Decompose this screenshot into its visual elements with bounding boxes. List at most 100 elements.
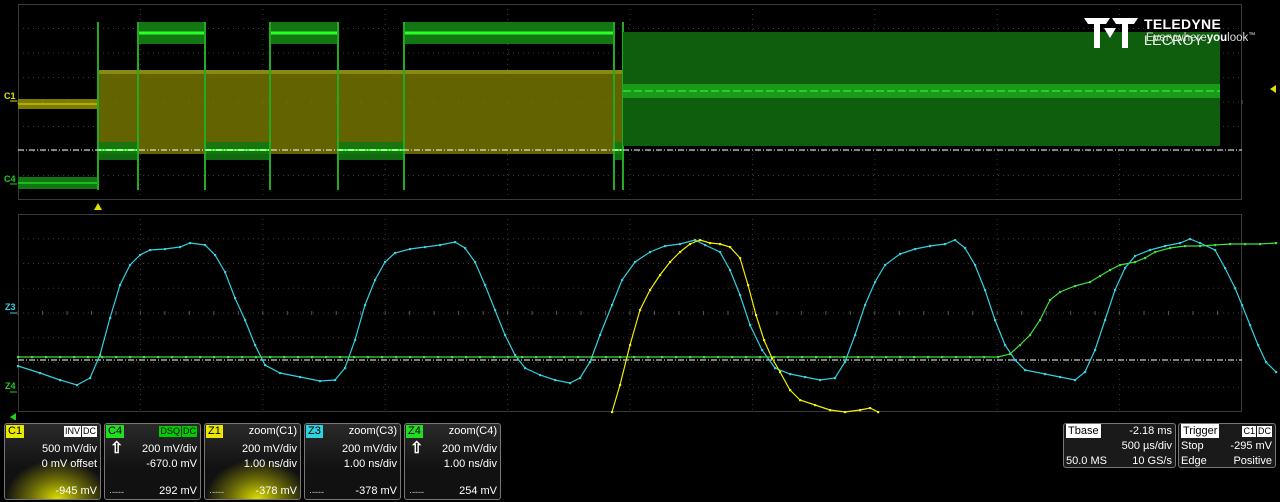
z3-trace-sample bbox=[214, 254, 217, 257]
z1-trace-sample bbox=[779, 371, 782, 374]
z4-trace-sample bbox=[815, 356, 818, 359]
descriptor-c1[interactable]: C1 INV DC 500 mV/div 0 mV offset -945 mV bbox=[4, 423, 101, 500]
z4-trace-sample bbox=[773, 356, 776, 359]
z4-trace-sample bbox=[395, 356, 398, 359]
z4-trace-sample bbox=[1029, 334, 1032, 337]
descriptor-value: -378 mV bbox=[355, 485, 397, 497]
z3-trace-sample bbox=[439, 244, 442, 247]
tagline-part-b: you bbox=[1206, 32, 1228, 44]
descriptor-line2: -670.0 mV bbox=[146, 458, 197, 470]
z4-trace-sample bbox=[465, 356, 468, 359]
descriptor-header-right: zoom(C3) bbox=[348, 425, 397, 437]
z1-trace-sample bbox=[859, 409, 862, 412]
z3-trace-sample bbox=[364, 304, 367, 307]
timebase-descriptor[interactable]: Tbase -2.18 ms 500 µs/div 50.0 MS 10 GS/… bbox=[1063, 423, 1176, 468]
z3-trace-sample bbox=[944, 243, 947, 246]
z4-trace-sample bbox=[871, 356, 874, 359]
z4-trace-sample bbox=[423, 356, 426, 359]
z3-trace-sample bbox=[1149, 249, 1152, 252]
z4-trace-sample bbox=[451, 356, 454, 359]
z3-trace-sample bbox=[1094, 349, 1097, 352]
trigger-level-icon bbox=[1270, 85, 1276, 93]
z4-trace-sample bbox=[339, 356, 342, 359]
z3-trace-sample bbox=[819, 379, 822, 382]
descriptor-header-right: zoom(C1) bbox=[248, 425, 297, 437]
z3-trace-sample bbox=[611, 304, 614, 307]
z3-trace-sample bbox=[1084, 371, 1087, 374]
z1-trace-sample bbox=[699, 239, 702, 242]
z4-trace-sample bbox=[689, 356, 692, 359]
c1-marker[interactable]: C1 bbox=[4, 91, 16, 101]
z3-trace-sample bbox=[864, 304, 867, 307]
descriptor-c4[interactable]: C4 DSQ DC ⇧ 200 mV/div -670.0 mV 292 mV ·---- bbox=[104, 423, 201, 500]
z1-trace-sample bbox=[789, 389, 792, 392]
z3-trace-sample bbox=[569, 382, 572, 385]
z3-trace-sample bbox=[749, 324, 752, 327]
descriptor-id: Z3 bbox=[306, 425, 323, 438]
timebase-samples: 50.0 MS bbox=[1066, 455, 1107, 467]
descriptor-line1: 200 mV/div bbox=[241, 443, 297, 455]
z4-trace-sample bbox=[59, 356, 62, 359]
z3-trace-sample bbox=[59, 379, 62, 382]
z3-trace-sample bbox=[1249, 324, 1252, 327]
z1-trace-sample bbox=[755, 314, 758, 317]
z3-trace-sample bbox=[109, 317, 112, 320]
z4-trace-sample bbox=[1009, 353, 1012, 356]
z3-trace-sample bbox=[319, 380, 322, 383]
z4-trace-sample bbox=[283, 356, 286, 359]
z4-trace-sample bbox=[1099, 275, 1102, 278]
z1-trace-sample bbox=[639, 309, 642, 312]
z3-trace-sample bbox=[279, 372, 282, 375]
timebase-per-div: 500 µs/div bbox=[1121, 440, 1172, 452]
z3-trace-sample bbox=[384, 261, 387, 264]
z3-trace-sample bbox=[679, 243, 682, 246]
z4-trace-sample bbox=[1109, 269, 1112, 272]
z4-trace-sample bbox=[899, 356, 902, 359]
z3-trace-sample bbox=[129, 264, 132, 267]
z3-trace-sample bbox=[1074, 379, 1077, 382]
z3-trace-sample bbox=[179, 246, 182, 249]
offset-arrow-icon: ⇧ bbox=[110, 440, 124, 457]
z4-trace-sample bbox=[157, 356, 160, 359]
z4-trace-sample bbox=[549, 356, 552, 359]
trigger-descriptor[interactable]: Trigger C1 DC Stop -295 mV Edge Positive bbox=[1178, 423, 1276, 468]
z4-trace-sample bbox=[101, 356, 104, 359]
z3-trace-sample bbox=[1257, 344, 1260, 347]
descriptor-z1[interactable]: Z1 zoom(C1) 200 mV/div 1.00 ns/div -378 mV ·-… bbox=[204, 423, 301, 500]
z4-trace-sample bbox=[969, 356, 972, 359]
c4-marker[interactable]: C4 bbox=[4, 174, 16, 184]
z4-trace-sample bbox=[1059, 291, 1062, 294]
z4-trace-sample bbox=[619, 356, 622, 359]
z3-trace-sample bbox=[1179, 242, 1182, 245]
z3-trace-sample bbox=[76, 384, 79, 387]
z3-trace-sample bbox=[484, 284, 487, 287]
z4-trace-sample bbox=[1184, 245, 1187, 248]
z1-trace-sample bbox=[719, 243, 722, 246]
descriptor-z4[interactable]: Z4 zoom(C4) ⇧ 200 mV/div 1.00 ns/div 254 mV ·-… bbox=[404, 423, 501, 500]
z4-trace-sample bbox=[913, 356, 916, 359]
descriptor-z3[interactable]: Z3 zoom(C3) 200 mV/div 1.00 ns/div -378 mV ·-… bbox=[304, 423, 401, 500]
z4-trace-sample bbox=[381, 356, 384, 359]
z3-marker[interactable]: Z3 bbox=[5, 302, 16, 312]
z4-trace-sample bbox=[927, 356, 930, 359]
z4-trace-sample bbox=[521, 356, 524, 359]
z3-trace-sample bbox=[844, 361, 847, 364]
trigger-slope: Positive bbox=[1233, 455, 1272, 467]
z3-trace-sample bbox=[994, 319, 997, 322]
z3-trace-sample bbox=[719, 251, 722, 254]
z3-trace-sample bbox=[1189, 238, 1192, 241]
z1-trace-sample bbox=[689, 243, 692, 246]
z4-trace-sample bbox=[1019, 344, 1022, 347]
z3-trace-sample bbox=[854, 334, 857, 337]
trigger-mode: Stop bbox=[1181, 440, 1204, 452]
z4-trace bbox=[18, 242, 1277, 358]
z4-trace-sample bbox=[1229, 243, 1232, 246]
z4-trace-sample bbox=[885, 356, 888, 359]
z3-trace-sample bbox=[524, 367, 527, 370]
descriptor-flag: DC bbox=[182, 426, 197, 437]
z4-marker[interactable]: Z4 bbox=[5, 381, 16, 391]
z4-trace-sample bbox=[647, 356, 650, 359]
z3-trace-sample bbox=[954, 239, 957, 242]
z4-trace-sample bbox=[73, 356, 76, 359]
z4-trace-sample bbox=[367, 356, 370, 359]
